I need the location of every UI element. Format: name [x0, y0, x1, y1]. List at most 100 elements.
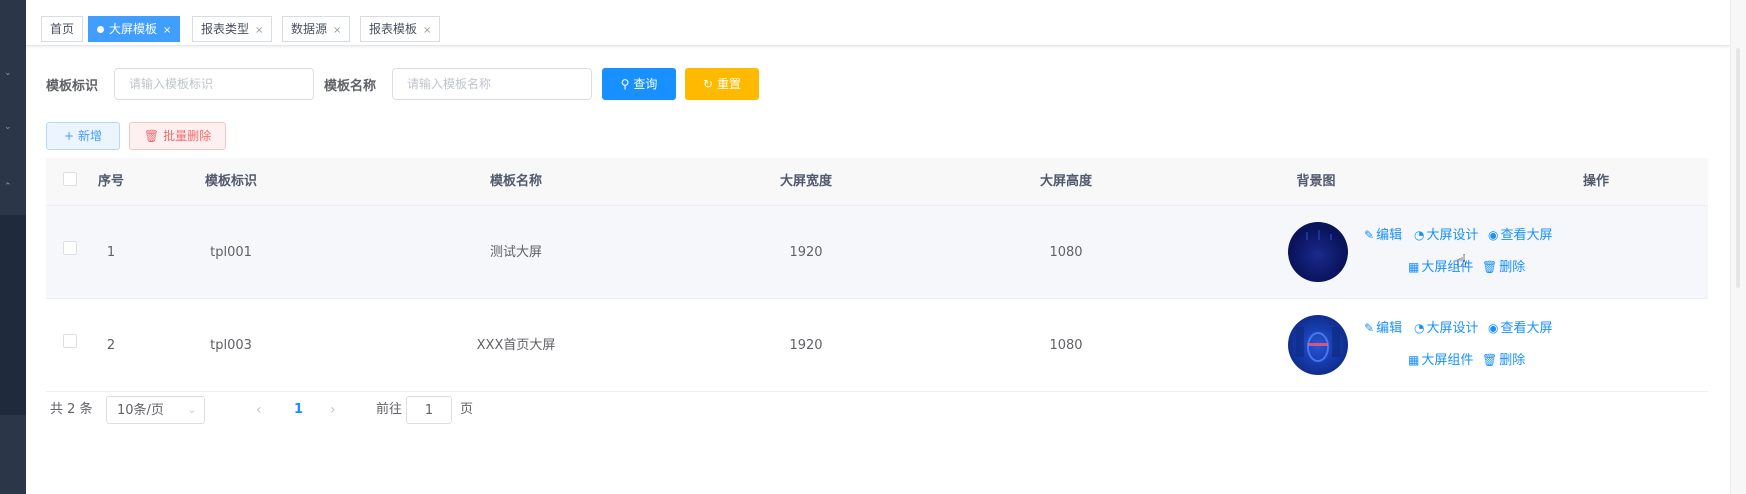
reset-button-label: 重置	[717, 77, 742, 91]
reset-button[interactable]: ↻ 重置	[685, 68, 759, 100]
tags-view-bar: 首页 大屏模板 × 报表类型 × 数据源 × 报表模板 ×	[26, 0, 1730, 46]
tab-datasource[interactable]: 数据源 ×	[282, 16, 351, 42]
background-image-thumbnail[interactable]	[1288, 222, 1348, 282]
query-button-label: 查询	[633, 77, 658, 91]
edit-label: 编辑	[1376, 228, 1403, 243]
tab-label: 首页	[50, 22, 75, 36]
main-content: 首页 大屏模板× 报表类型× 数据源× 报表模板× 模板标识 模板名称 ⚲查询 …	[26, 0, 1730, 494]
row-height: 1080	[1049, 338, 1083, 353]
design-link[interactable]: ◔ 大屏设计	[1414, 224, 1479, 243]
batch-delete-button[interactable]: 🗑 批量删除	[129, 122, 226, 150]
tab-label: 大屏模板	[109, 22, 158, 36]
delete-label: 删除	[1499, 260, 1526, 275]
next-page-icon[interactable]: ›	[330, 396, 336, 424]
row-checkbox[interactable]	[63, 241, 77, 255]
tab-screen-template[interactable]: 大屏模板 ×	[88, 16, 181, 42]
background-image-thumbnail[interactable]	[1288, 315, 1348, 375]
plus-icon: +	[63, 129, 75, 143]
total-count: 共 2 条	[50, 402, 93, 417]
tab-report-template[interactable]: 报表模板 ×	[360, 16, 441, 42]
pie-chart-icon: ◔	[1414, 321, 1425, 335]
design-label: 大屏设计	[1426, 321, 1479, 336]
pie-chart-icon: ◔	[1414, 228, 1425, 242]
delete-link[interactable]: 🗑 删除	[1482, 256, 1525, 275]
close-icon[interactable]: ×	[333, 25, 341, 36]
template-id-label: 模板标识	[46, 79, 99, 94]
row-width: 1920	[789, 338, 823, 353]
add-button-label: 新增	[78, 129, 103, 143]
view-label: 查看大屏	[1500, 228, 1553, 243]
grid-icon: ▦	[1408, 260, 1420, 274]
trash-icon: 🗑	[143, 129, 160, 143]
delete-link[interactable]: 🗑 删除	[1482, 349, 1525, 368]
view-link[interactable]: ◉ 查看大屏	[1488, 317, 1553, 336]
column-header: 大屏高度	[1039, 174, 1092, 189]
template-name-input[interactable]	[392, 68, 592, 100]
edit-label: 编辑	[1376, 321, 1403, 336]
view-label: 查看大屏	[1500, 321, 1553, 336]
goto-suffix: 页	[460, 402, 474, 417]
column-header: 背景图	[1296, 174, 1336, 189]
column-header: 模板标识	[204, 174, 257, 189]
tab-report-type[interactable]: 报表类型 ×	[192, 16, 273, 42]
column-header: 大屏宽度	[779, 174, 832, 189]
row-index: 1	[106, 245, 116, 260]
table-header: 序号 模板标识 模板名称 大屏宽度 大屏高度 背景图 操作	[46, 158, 1708, 206]
row-template-id: tpl003	[210, 338, 252, 353]
close-icon[interactable]: ×	[163, 25, 171, 36]
tab-label: 数据源	[291, 22, 328, 36]
column-header: 模板名称	[489, 174, 542, 189]
chevron-down-icon: ⌄	[187, 405, 196, 416]
template-name-label: 模板名称	[324, 79, 377, 94]
add-button[interactable]: + 新增	[46, 122, 120, 150]
page-size-value: 10条/页	[117, 403, 164, 418]
tab-home[interactable]: 首页	[41, 16, 84, 42]
page-size-select[interactable]: 10条/页 ⌄	[106, 396, 205, 424]
sidebar: ⌄ ⌄ ⌃	[0, 0, 26, 494]
row-width: 1920	[789, 245, 823, 260]
edit-link[interactable]: ✎ 编辑	[1364, 224, 1402, 243]
query-button[interactable]: ⚲ 查询	[602, 68, 676, 100]
sidebar-chevron-up-icon[interactable]: ⌃	[4, 182, 14, 192]
row-checkbox[interactable]	[63, 334, 77, 348]
background-image	[1306, 230, 1332, 240]
hand-cursor-icon: ☝	[1456, 251, 1467, 272]
design-label: 大屏设计	[1426, 228, 1479, 243]
column-header: 序号	[97, 174, 124, 189]
select-all-checkbox[interactable]	[63, 172, 77, 186]
delete-label: 删除	[1499, 353, 1526, 368]
goto-page-input[interactable]: 1	[406, 396, 452, 424]
background-image	[1296, 327, 1340, 362]
row-height: 1080	[1049, 245, 1083, 260]
row-template-name: XXX首页大屏	[476, 338, 556, 353]
design-link[interactable]: ◔ 大屏设计	[1414, 317, 1479, 336]
component-link[interactable]: ▦ 大屏组件	[1408, 349, 1473, 368]
sidebar-chevron-icon[interactable]: ⌄	[4, 68, 14, 78]
component-label: 大屏组件	[1421, 353, 1474, 368]
search-icon: ⚲	[620, 77, 630, 91]
prev-page-icon[interactable]: ‹	[256, 396, 262, 424]
template-id-input[interactable]	[114, 68, 314, 100]
active-dot-icon	[97, 26, 104, 33]
refresh-icon: ↻	[702, 77, 714, 91]
sidebar-chevron-icon[interactable]: ⌄	[4, 122, 14, 132]
eye-icon: ◉	[1488, 228, 1499, 242]
close-icon[interactable]: ×	[255, 25, 263, 36]
edit-link[interactable]: ✎ 编辑	[1364, 317, 1402, 336]
trash-icon: 🗑	[1482, 260, 1498, 274]
close-icon[interactable]: ×	[423, 25, 431, 36]
table-row[interactable]: 1 tpl001 测试大屏 1920 1080 ✎ 编辑 ◔ 大屏设计 ◉ 查看大屏 …	[46, 206, 1708, 299]
table-row[interactable]: 2 tpl003 XXX首页大屏 1920 1080 ✎ 编辑 ◔ 大屏设计 ◉ 查看…	[46, 299, 1708, 392]
page-number[interactable]: 1	[294, 396, 303, 424]
scrollbar-thumb[interactable]	[1736, 48, 1740, 288]
batch-delete-label: 批量删除	[163, 129, 212, 143]
trash-icon: 🗑	[1482, 353, 1498, 367]
column-header: 操作	[1582, 174, 1609, 189]
view-link[interactable]: ◉ 查看大屏	[1488, 224, 1553, 243]
eye-icon: ◉	[1488, 321, 1499, 335]
goto-prefix: 前往	[376, 402, 403, 417]
row-index: 2	[106, 338, 116, 353]
row-template-id: tpl001	[210, 245, 252, 260]
row-template-name: 测试大屏	[489, 245, 542, 260]
edit-icon: ✎	[1364, 321, 1375, 335]
